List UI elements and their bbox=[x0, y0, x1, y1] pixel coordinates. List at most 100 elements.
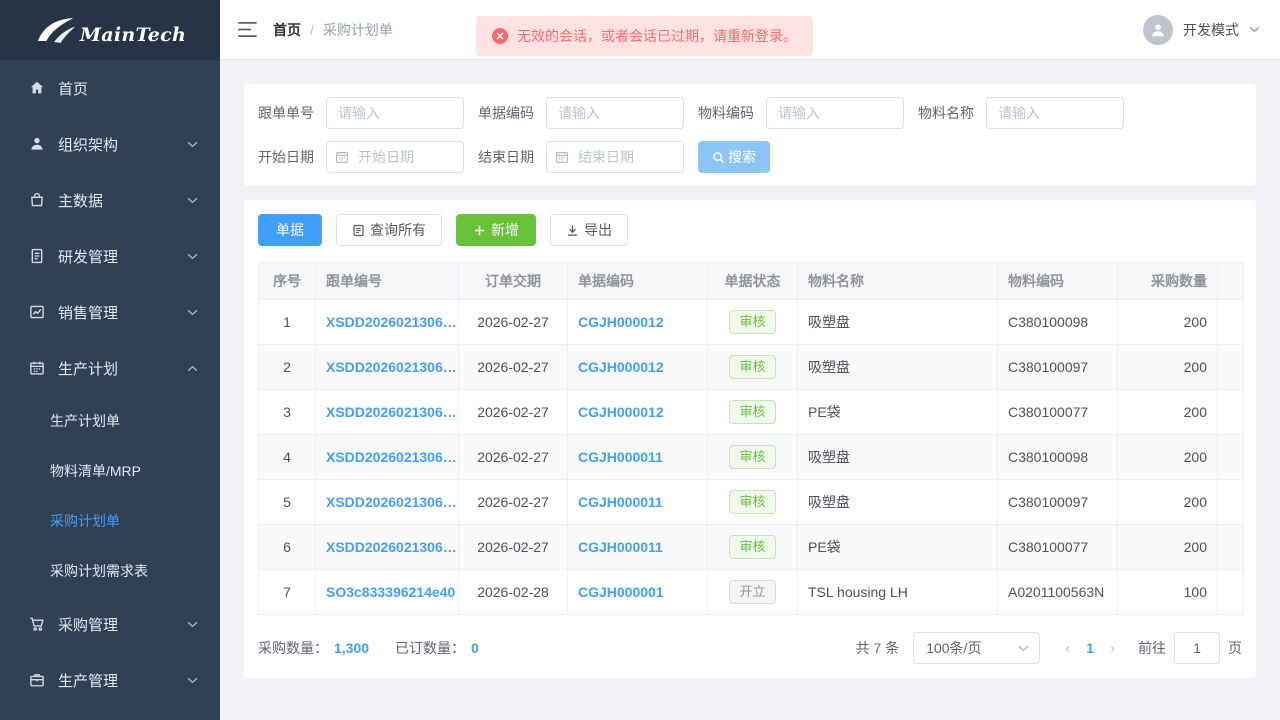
user-icon bbox=[28, 135, 46, 153]
col-header-no: 序号 bbox=[259, 263, 316, 300]
end-date-input[interactable] bbox=[546, 141, 684, 173]
filter-field-material-name: 物料名称 bbox=[918, 97, 1124, 129]
search-icon bbox=[712, 151, 725, 164]
sidebar-subitem-production-plan-order[interactable]: 生产计划单 bbox=[0, 396, 220, 446]
sidebar: MainTech 首页组织架构主数据研发管理销售管理生产计划生产计划单物料清单/… bbox=[0, 0, 220, 720]
chevron-down-icon bbox=[187, 677, 198, 684]
doc-code-link[interactable]: CGJH000012 bbox=[578, 359, 664, 375]
user-menu[interactable]: 开发模式 bbox=[1143, 15, 1260, 45]
tracking-link[interactable]: SO3c833396214e40 bbox=[326, 584, 455, 600]
goto-page-input[interactable] bbox=[1174, 632, 1220, 664]
calendar-icon bbox=[28, 359, 46, 377]
cell-status: 审核 bbox=[708, 390, 798, 435]
bag-icon bbox=[28, 191, 46, 209]
doc-code-link[interactable]: CGJH000012 bbox=[578, 404, 664, 420]
error-circle-icon bbox=[492, 28, 508, 44]
cell-tracking: XSDD2026021306… bbox=[316, 300, 459, 345]
cart-icon bbox=[28, 615, 46, 633]
search-button[interactable]: 搜索 bbox=[698, 141, 770, 173]
export-button[interactable]: 导出 bbox=[550, 214, 628, 246]
header: 首页 / 采购计划单 无效的会话，或者会话已过期，请重新登录。 开发模式 bbox=[220, 0, 1280, 60]
cell-tracking: SO3c833396214e40 bbox=[316, 570, 459, 615]
sidebar-item-production-plan[interactable]: 生产计划 bbox=[0, 340, 220, 396]
filter-label: 跟单单号 bbox=[258, 103, 314, 123]
ordered-qty-label: 已订数量： bbox=[395, 638, 465, 658]
sidebar-subitem-label: 采购计划单 bbox=[50, 511, 120, 531]
sidebar-item-purchase-management[interactable]: 采购管理 bbox=[0, 596, 220, 652]
sidebar-item-production-management[interactable]: 生产管理 bbox=[0, 652, 220, 708]
cell-status: 开立 bbox=[708, 570, 798, 615]
sidebar-item-org[interactable]: 组织架构 bbox=[0, 116, 220, 172]
tracking-link[interactable]: XSDD2026021306… bbox=[326, 539, 457, 555]
doc-code-link[interactable]: CGJH000011 bbox=[578, 494, 663, 510]
cell-order-date: 2026-02-27 bbox=[459, 435, 568, 480]
sidebar-item-sales-management[interactable]: 销售管理 bbox=[0, 284, 220, 340]
doc-code-link[interactable]: CGJH000011 bbox=[578, 539, 663, 555]
sidebar-subitem-purchase-plan-order[interactable]: 采购计划单 bbox=[0, 496, 220, 546]
current-page[interactable]: 1 bbox=[1079, 640, 1101, 656]
table-row: 5XSDD2026021306…2026-02-27CGJH000011审核吸塑… bbox=[259, 480, 1244, 525]
cell-extra bbox=[1218, 390, 1244, 435]
logo-text: MainTech bbox=[80, 24, 186, 46]
chart-icon bbox=[28, 303, 46, 321]
sidebar-subitem-bom-mrp[interactable]: 物料清单/MRP bbox=[0, 446, 220, 496]
doc-code-link[interactable]: CGJH000001 bbox=[578, 584, 664, 600]
query-all-button[interactable]: 查询所有 bbox=[336, 214, 442, 246]
sidebar-item-master-data[interactable]: 主数据 bbox=[0, 172, 220, 228]
table-toolbar: 单据查询所有新增导出 bbox=[258, 214, 1242, 246]
cell-extra bbox=[1218, 345, 1244, 390]
tracking-link[interactable]: XSDD2026021306… bbox=[326, 494, 457, 510]
prev-page-button[interactable]: ‹ bbox=[1056, 640, 1079, 657]
cell-material-code: C380100077 bbox=[998, 525, 1118, 570]
tracking-link[interactable]: XSDD2026021306… bbox=[326, 404, 457, 420]
filter-row-text: 跟单单号单据编码物料编码物料名称 bbox=[258, 97, 1242, 129]
sidebar-item-label: 生产计划 bbox=[58, 358, 118, 379]
next-page-button[interactable]: › bbox=[1101, 640, 1124, 657]
cell-qty: 200 bbox=[1118, 345, 1218, 390]
ordered-qty-summary: 已订数量： 0 bbox=[395, 638, 479, 658]
cell-status: 审核 bbox=[708, 480, 798, 525]
cell-doc-code: CGJH000011 bbox=[568, 525, 708, 570]
session-error-alert: 无效的会话，或者会话已过期，请重新登录。 bbox=[476, 16, 813, 56]
page-suffix: 页 bbox=[1228, 638, 1242, 658]
filter-label: 单据编码 bbox=[478, 103, 534, 123]
doc-code-link[interactable]: CGJH000012 bbox=[578, 314, 664, 330]
tracking-no-input[interactable] bbox=[326, 97, 464, 129]
doc-code-link[interactable]: CGJH000011 bbox=[578, 449, 663, 465]
sidebar-subitem-purchase-plan-demand[interactable]: 采购计划需求表 bbox=[0, 546, 220, 596]
col-header-qty: 采购数量 bbox=[1118, 263, 1218, 300]
tracking-link[interactable]: XSDD2026021306… bbox=[326, 359, 457, 375]
table-row: 4XSDD2026021306…2026-02-27CGJH000011审核吸塑… bbox=[259, 435, 1244, 480]
cell-tracking: XSDD2026021306… bbox=[316, 345, 459, 390]
page-size-select[interactable]: 100条/页 bbox=[913, 632, 1040, 664]
doc-code-input[interactable] bbox=[546, 97, 684, 129]
sidebar-item-label: 首页 bbox=[58, 78, 88, 99]
cell-material-name: 吸塑盘 bbox=[798, 345, 998, 390]
download-icon bbox=[566, 224, 579, 237]
tracking-link[interactable]: XSDD2026021306… bbox=[326, 449, 457, 465]
filter-row-date: 开始日期结束日期 搜索 bbox=[258, 141, 1242, 173]
cell-qty: 200 bbox=[1118, 390, 1218, 435]
docs-button[interactable]: 单据 bbox=[258, 214, 322, 246]
purchase-plan-table: 序号跟单编号订单交期单据编码单据状态物料名称物料编码采购数量1XSDD20260… bbox=[258, 262, 1244, 615]
avatar bbox=[1143, 15, 1173, 45]
cell-extra bbox=[1218, 525, 1244, 570]
sidebar-subitem-label: 生产计划单 bbox=[50, 411, 120, 431]
filter-field-tracking-no: 跟单单号 bbox=[258, 97, 464, 129]
cell-extra bbox=[1218, 300, 1244, 345]
material-name-input[interactable] bbox=[986, 97, 1124, 129]
breadcrumb-home[interactable]: 首页 bbox=[273, 20, 301, 40]
tracking-link[interactable]: XSDD2026021306… bbox=[326, 314, 457, 330]
status-badge: 审核 bbox=[729, 490, 775, 514]
cell-qty: 100 bbox=[1118, 570, 1218, 615]
chevron-down-icon bbox=[187, 197, 198, 204]
status-badge: 审核 bbox=[729, 355, 775, 379]
collapse-sidebar-icon[interactable] bbox=[238, 21, 257, 38]
sidebar-item-rd-management[interactable]: 研发管理 bbox=[0, 228, 220, 284]
sidebar-item-label: 生产管理 bbox=[58, 670, 118, 691]
start-date-input[interactable] bbox=[326, 141, 464, 173]
sidebar-item-home[interactable]: 首页 bbox=[0, 60, 220, 116]
cell-tracking: XSDD2026021306… bbox=[316, 480, 459, 525]
add-button[interactable]: 新增 bbox=[456, 214, 536, 246]
material-code-input[interactable] bbox=[766, 97, 904, 129]
